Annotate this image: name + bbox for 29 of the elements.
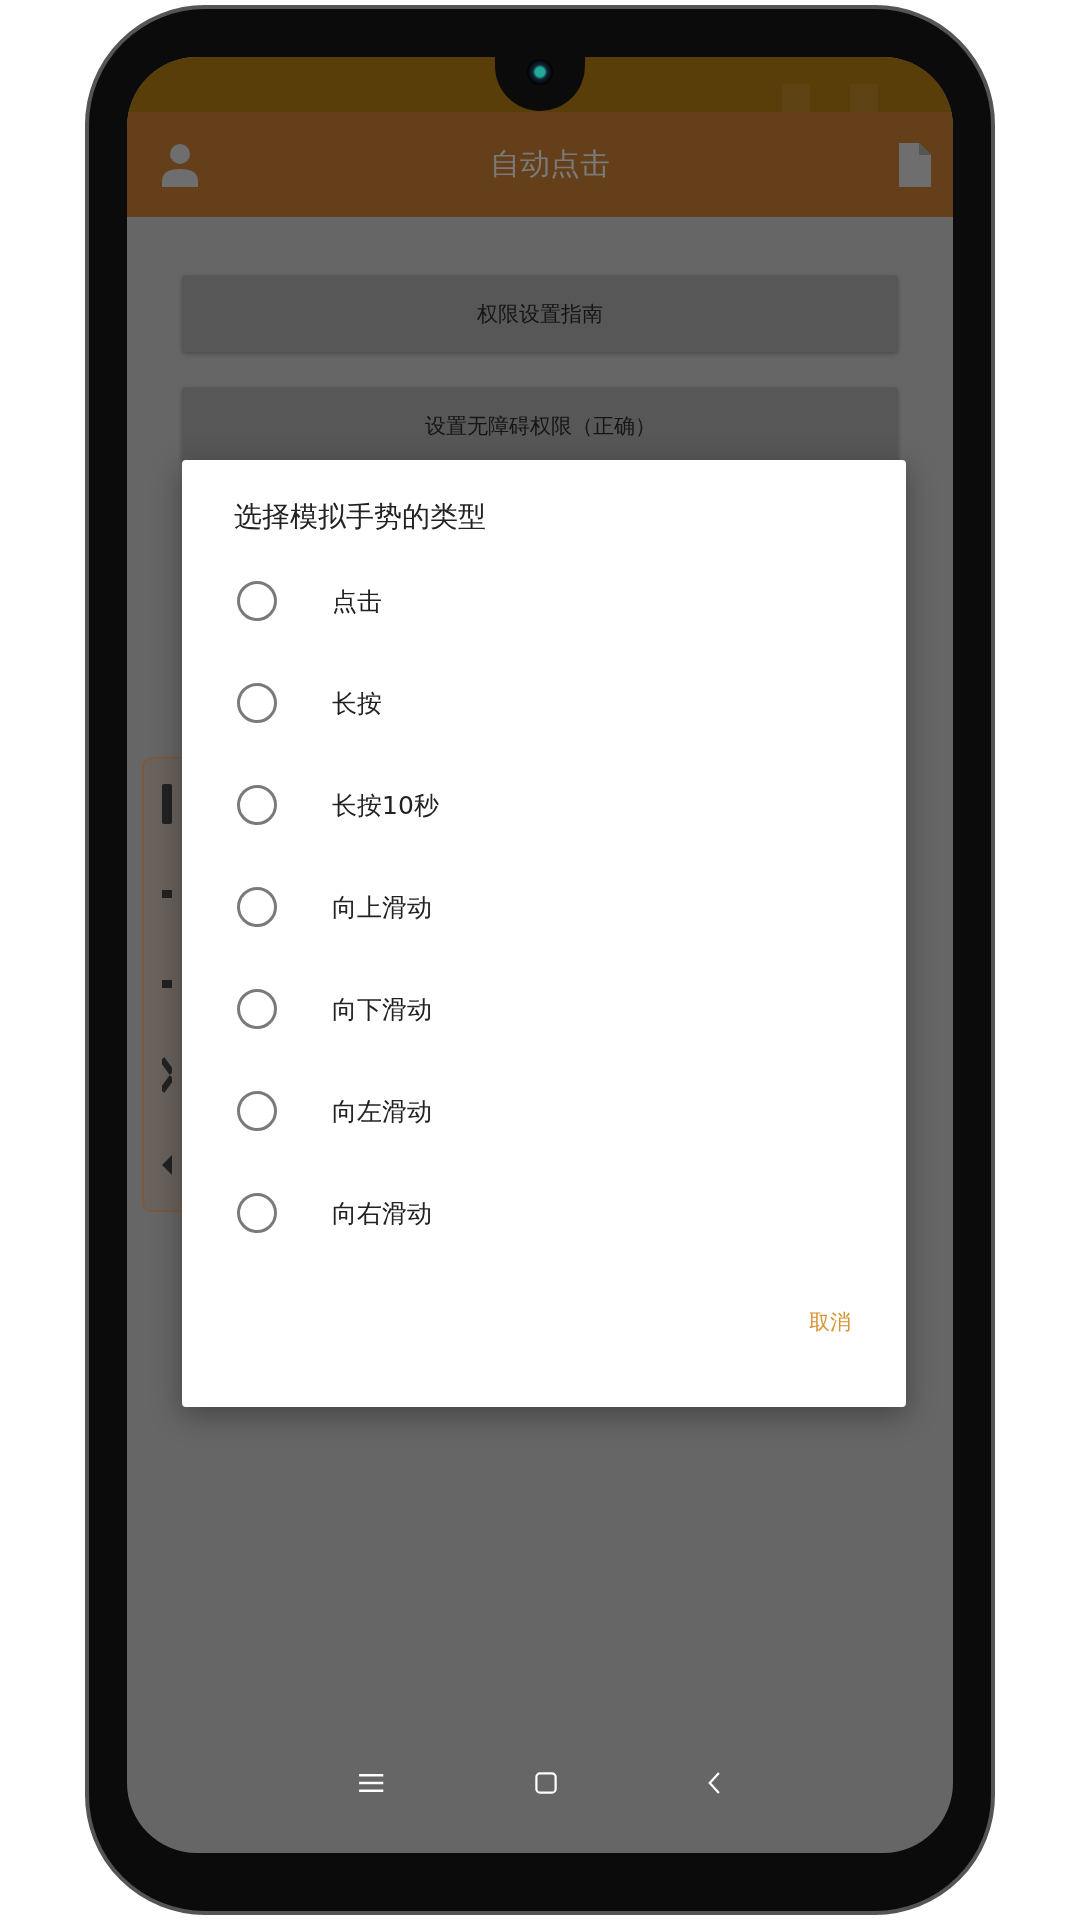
radio-button[interactable] <box>237 683 277 723</box>
menu-icon[interactable] <box>358 1772 385 1794</box>
radio-option[interactable]: 向右滑动 <box>182 1162 906 1264</box>
radio-option[interactable]: 向下滑动 <box>182 958 906 1060</box>
home-icon[interactable] <box>534 1772 557 1794</box>
app-title: 自动点击 <box>489 145 610 183</box>
option-label: 长按 <box>332 687 382 720</box>
back-icon[interactable] <box>706 1772 722 1794</box>
radio-button[interactable] <box>237 887 277 927</box>
option-label: 向左滑动 <box>332 1095 432 1128</box>
radio-option[interactable]: 向左滑动 <box>182 1060 906 1162</box>
radio-option[interactable]: 长按10秒 <box>182 754 906 856</box>
bar-icon[interactable] <box>162 784 172 825</box>
option-label: 点击 <box>332 585 382 618</box>
option-label: 向右滑动 <box>332 1197 432 1230</box>
radio-button[interactable] <box>237 1091 277 1131</box>
radio-button[interactable] <box>237 581 277 621</box>
radio-option[interactable]: 向上滑动 <box>182 856 906 958</box>
camera-icon <box>527 59 553 85</box>
option-label: 向上滑动 <box>332 891 432 924</box>
radio-button[interactable] <box>237 1193 277 1233</box>
radio-option[interactable]: 点击 <box>182 550 906 652</box>
option-label: 长按10秒 <box>332 789 439 822</box>
radio-option[interactable]: 长按 <box>182 652 906 754</box>
dialog-title: 选择模拟手势的类型 <box>233 499 487 535</box>
option-label: 向下滑动 <box>332 993 432 1026</box>
radio-button[interactable] <box>237 785 277 825</box>
radio-button[interactable] <box>237 989 277 1029</box>
close-icon[interactable] <box>162 1054 172 1095</box>
